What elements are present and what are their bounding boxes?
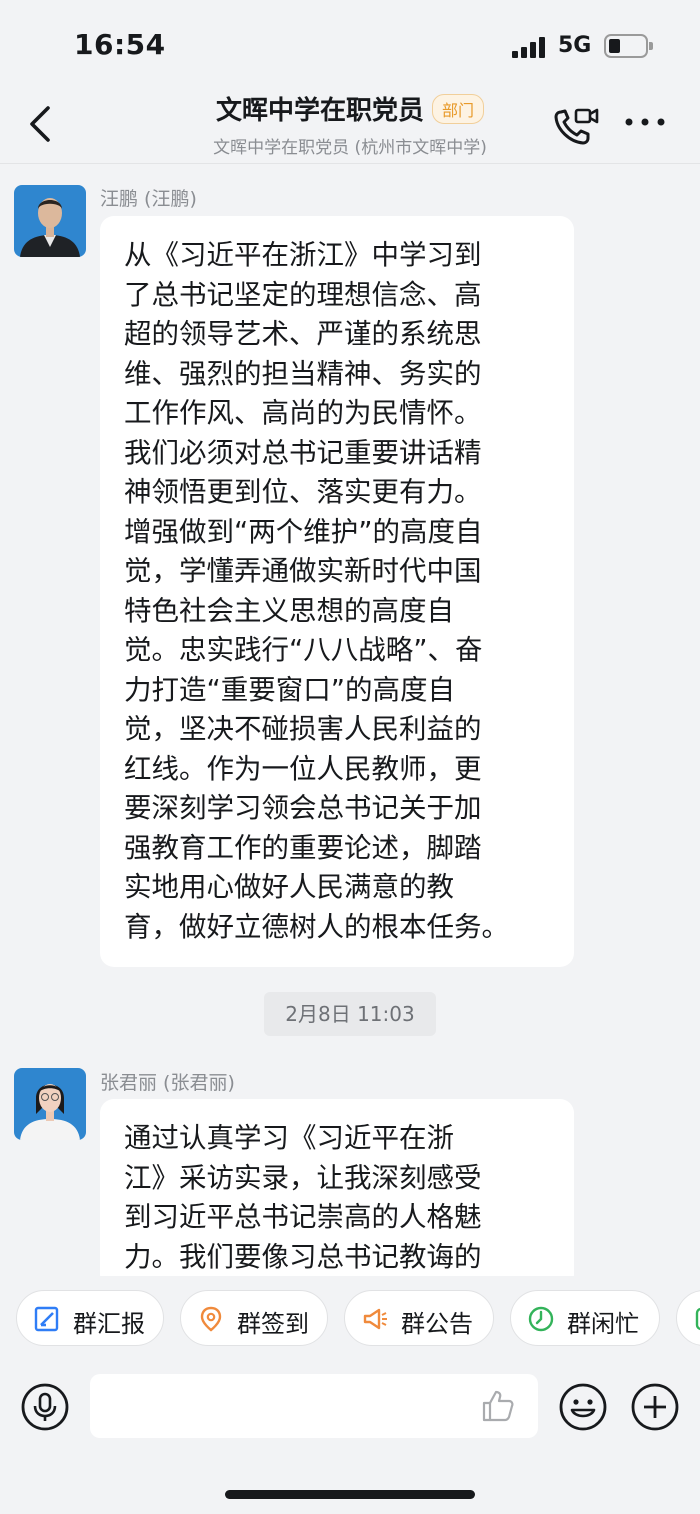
message-bubble[interactable]: 通过认真学习《习近平在浙 江》采访实录，让我深刻感受 到习近平总书记崇高的人格魅 力。…: [100, 1099, 574, 1289]
chat-title-area[interactable]: 文晖中学在职党员 部门 文晖中学在职党员 (杭州市文晖中学): [150, 90, 550, 158]
group-availability-button[interactable]: 群闲忙: [510, 1290, 660, 1346]
chat-subtitle: 文晖中学在职党员 (杭州市文晖中学): [213, 138, 487, 158]
chat-header: 文晖中学在职党员 部门 文晖中学在职党员 (杭州市文晖中学): [0, 88, 700, 164]
chat-title: 文晖中学在职党员: [215, 96, 424, 126]
status-time: 16:54: [74, 28, 166, 61]
avatar-photo-icon: [14, 185, 86, 257]
group-checkin-button[interactable]: 群签到: [180, 1290, 328, 1346]
emoji-icon[interactable]: [558, 1382, 608, 1432]
input-bar: [0, 1362, 700, 1514]
sender-name: 张君丽 (张君丽): [100, 1072, 235, 1094]
megaphone-icon: [363, 1308, 387, 1330]
message-bubble[interactable]: 从《习近平在浙江》中学习到 了总书记坚定的理想信念、高 超的领导艺术、严谨的系统思维…: [100, 216, 574, 967]
status-bar: 16:54 5G: [0, 0, 700, 88]
chip-label: 群公告: [401, 1310, 473, 1338]
network-type: 5G: [558, 33, 592, 58]
chip-label: 群闲忙: [567, 1310, 639, 1338]
group-report-button[interactable]: 群汇报: [16, 1290, 164, 1346]
voice-input-icon[interactable]: [20, 1382, 70, 1432]
location-pin-icon: [200, 1306, 222, 1332]
back-arrow-icon[interactable]: [26, 104, 56, 144]
signal-strength-icon: [512, 36, 548, 58]
sender-name: 汪鹏 (汪鹏): [100, 188, 197, 210]
thumbs-up-icon[interactable]: [480, 1388, 516, 1424]
chip-label: 群签到: [237, 1310, 309, 1338]
message-input[interactable]: [90, 1374, 538, 1438]
department-tag: 部门: [432, 93, 485, 124]
green-action-icon: [695, 1307, 700, 1331]
quick-actions-bar: 群汇报 群签到 群公告 群闲忙: [0, 1276, 700, 1362]
message-text: 通过认真学习《习近平在浙 江》采访实录，让我深刻感受 到习近平总书记崇高的人格魅 力。…: [124, 1122, 482, 1273]
battery-icon: [604, 34, 653, 58]
plus-icon[interactable]: [630, 1382, 680, 1432]
more-quick-action-button[interactable]: [676, 1290, 700, 1346]
message-text: 从《习近平在浙江》中学习到 了总书记坚定的理想信念、高 超的领导艺术、严谨的系统思维…: [124, 239, 509, 943]
group-announcement-button[interactable]: 群公告: [344, 1290, 494, 1346]
report-icon: [34, 1306, 59, 1332]
home-indicator: [225, 1490, 475, 1499]
chip-label: 群汇报: [73, 1310, 145, 1338]
avatar-photo-icon: [14, 1068, 86, 1140]
clock-icon: [528, 1306, 554, 1332]
video-call-icon[interactable]: [552, 104, 600, 148]
message-timestamp: 2月8日 11:03: [264, 992, 436, 1036]
avatar[interactable]: [14, 185, 86, 257]
more-options-icon[interactable]: [624, 110, 666, 134]
avatar[interactable]: [14, 1068, 86, 1140]
